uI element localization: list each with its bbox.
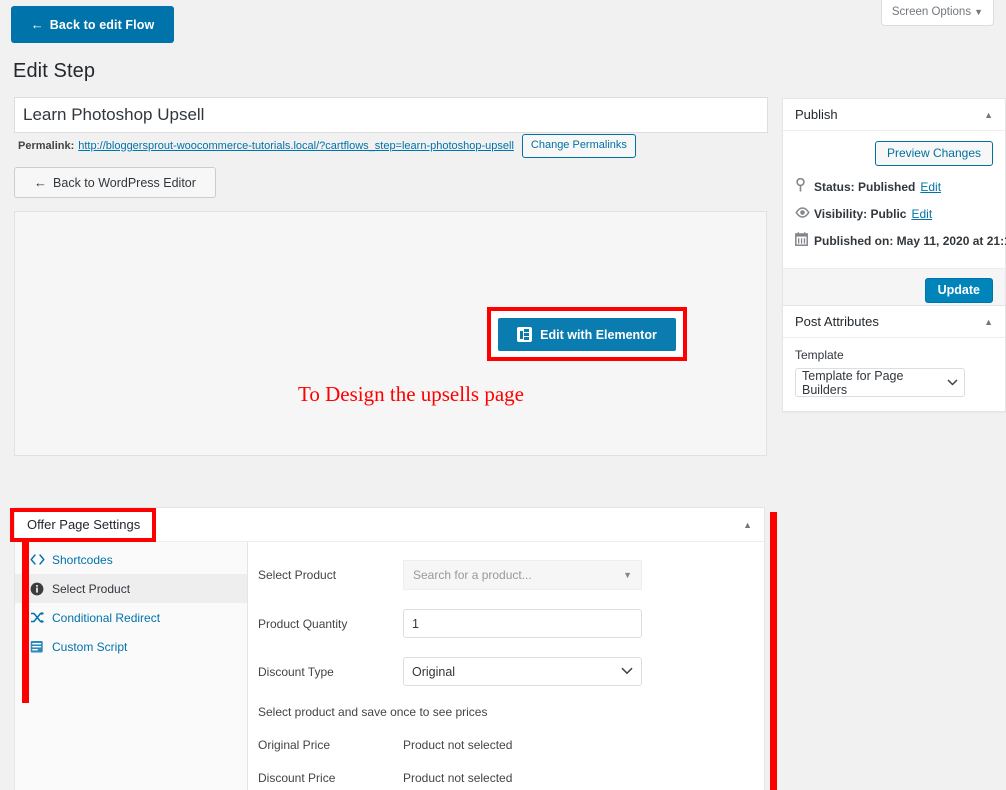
calendar-icon-svg — [795, 232, 808, 246]
offer-settings-nav: Shortcodes Select Product Conditional Re… — [15, 542, 248, 790]
annotation-bar-right — [770, 512, 777, 790]
offer-page-settings-metabox: Offer Page Settings ▲ Shortcodes Select … — [14, 507, 765, 790]
permalink-url[interactable]: http://bloggersprout-woocommerce-tutoria… — [78, 140, 514, 152]
chevron-down-icon — [621, 666, 633, 678]
offer-page-settings-title: Offer Page Settings — [27, 517, 141, 532]
product-quantity-label: Product Quantity — [258, 616, 348, 631]
nav-item-conditional-redirect-label: Conditional Redirect — [52, 610, 161, 625]
update-button[interactable]: Update — [924, 278, 993, 303]
original-price-value: Product not selected — [403, 738, 513, 752]
discount-type-value: Original — [412, 664, 456, 679]
nav-item-select-product-label: Select Product — [52, 581, 131, 596]
pin-icon — [795, 177, 814, 195]
publish-status-edit-link[interactable]: Edit — [920, 180, 941, 194]
select-product-field-row: Select Product Search for a product... ▼ — [258, 560, 744, 590]
prices-note: Select product and save once to see pric… — [258, 705, 488, 719]
elementor-icon — [517, 327, 533, 342]
back-to-edit-flow-button[interactable]: ← Back to edit Flow — [11, 6, 174, 43]
page-title: Edit Step — [13, 60, 96, 82]
eye-icon-svg — [795, 207, 810, 218]
screen-options-tab[interactable]: Screen Options ▼ — [880, 0, 994, 27]
back-to-wordpress-editor-label: Back to WordPress Editor — [53, 176, 196, 190]
edit-with-elementor-button[interactable]: Edit with Elementor — [498, 318, 676, 351]
script-icon-svg — [30, 640, 43, 652]
chevron-down-icon — [947, 377, 958, 389]
discount-price-label: Discount Price — [258, 771, 336, 785]
template-label: Template — [795, 348, 844, 362]
chevron-down-icon-svg — [947, 378, 958, 386]
original-price-row: Original Price Product not selected — [258, 738, 744, 752]
publish-metabox-body: Preview Changes Status: Published Edit V… — [783, 131, 1006, 268]
eye-icon — [795, 206, 814, 221]
select-product-label: Select Product — [258, 568, 337, 582]
chevron-down-icon: ▼ — [974, 7, 983, 17]
publish-status-text: Status: Published — [814, 179, 916, 194]
publish-metabox-title: Publish — [795, 107, 838, 122]
discount-type-field-row: Discount Type Original — [258, 657, 744, 686]
publish-visibility-text: Visibility: Public — [814, 206, 907, 221]
calendar-icon — [795, 232, 814, 249]
chevron-down-icon: ▼ — [623, 570, 632, 580]
arrow-left-icon: ← — [30, 17, 44, 32]
change-permalinks-button[interactable]: Change Permalinks — [521, 134, 636, 158]
permalink-row: Permalink: http://bloggersprout-woocomme… — [18, 134, 636, 158]
code-icon — [30, 554, 52, 565]
nav-item-custom-script-label: Custom Script — [52, 639, 128, 654]
pin-icon-svg — [796, 177, 805, 192]
preview-changes-button[interactable]: Preview Changes — [874, 141, 993, 166]
template-select-value: Template for Page Builders — [802, 368, 904, 397]
screen-options-label: Screen Options — [891, 6, 972, 18]
publish-date-row: Published on: May 11, 2020 at 21:11 Edit — [795, 232, 1006, 249]
discount-price-value: Product not selected — [403, 771, 513, 785]
chevron-up-icon[interactable]: ▲ — [984, 110, 993, 120]
nav-item-custom-script[interactable]: Custom Script — [15, 632, 247, 661]
original-price-label: Original Price — [258, 738, 331, 752]
post-attributes-body: Template Template for Page Builders — [783, 338, 1005, 411]
info-icon — [30, 582, 52, 596]
annotation-design-upsells: To Design the upsells page — [298, 382, 524, 406]
offer-settings-fields: Select Product Search for a product... ▼… — [248, 542, 764, 790]
back-to-edit-flow-label: Back to edit Flow — [49, 18, 155, 32]
select-product-placeholder: Search for a product... — [413, 568, 532, 582]
code-icon-svg — [30, 554, 45, 565]
nav-item-shortcodes-label: Shortcodes — [52, 552, 113, 567]
publish-visibility-row: Visibility: Public Edit — [795, 206, 993, 221]
shuffle-icon — [30, 611, 52, 624]
publish-metabox-header[interactable]: Publish ▲ — [783, 99, 1005, 131]
permalink-label: Permalink: — [18, 139, 75, 152]
discount-type-label: Discount Type — [258, 664, 334, 679]
template-select[interactable]: Template for Page Builders — [795, 368, 965, 397]
edit-with-elementor-label: Edit with Elementor — [540, 327, 657, 342]
script-icon — [30, 640, 52, 654]
nav-item-select-product[interactable]: Select Product — [15, 574, 247, 603]
offer-page-settings-header[interactable]: Offer Page Settings ▲ — [15, 508, 764, 542]
post-attributes-header[interactable]: Post Attributes ▲ — [783, 306, 1005, 338]
chevron-up-icon[interactable]: ▲ — [984, 317, 993, 327]
post-title-input[interactable] — [14, 97, 768, 133]
product-quantity-input[interactable] — [403, 609, 642, 638]
nav-item-shortcodes[interactable]: Shortcodes — [15, 545, 247, 574]
publish-visibility-edit-link[interactable]: Edit — [911, 207, 932, 221]
info-icon-svg — [30, 582, 44, 595]
discount-price-row: Discount Price Product not selected — [258, 771, 744, 785]
chevron-up-icon[interactable]: ▲ — [743, 520, 752, 530]
publish-metabox: Publish ▲ Preview Changes Status: Publis… — [782, 98, 1006, 313]
select-product-input[interactable]: Search for a product... ▼ — [403, 560, 642, 590]
back-to-wordpress-editor-button[interactable]: ← Back to WordPress Editor — [14, 167, 216, 198]
arrow-left-icon: ← — [34, 175, 48, 190]
chevron-down-icon-svg — [621, 667, 633, 674]
post-attributes-title: Post Attributes — [795, 314, 879, 329]
nav-item-conditional-redirect[interactable]: Conditional Redirect — [15, 603, 247, 632]
publish-date-text: Published on: May 11, 2020 at 21:11 — [814, 233, 1006, 248]
publish-status-row: Status: Published Edit — [795, 177, 993, 195]
offer-page-settings-body: Shortcodes Select Product Conditional Re… — [15, 542, 764, 790]
post-attributes-metabox: Post Attributes ▲ Template Template for … — [782, 305, 1006, 412]
product-quantity-field-row: Product Quantity — [258, 609, 744, 638]
shuffle-icon-svg — [31, 611, 44, 624]
discount-type-select[interactable]: Original — [403, 657, 642, 686]
